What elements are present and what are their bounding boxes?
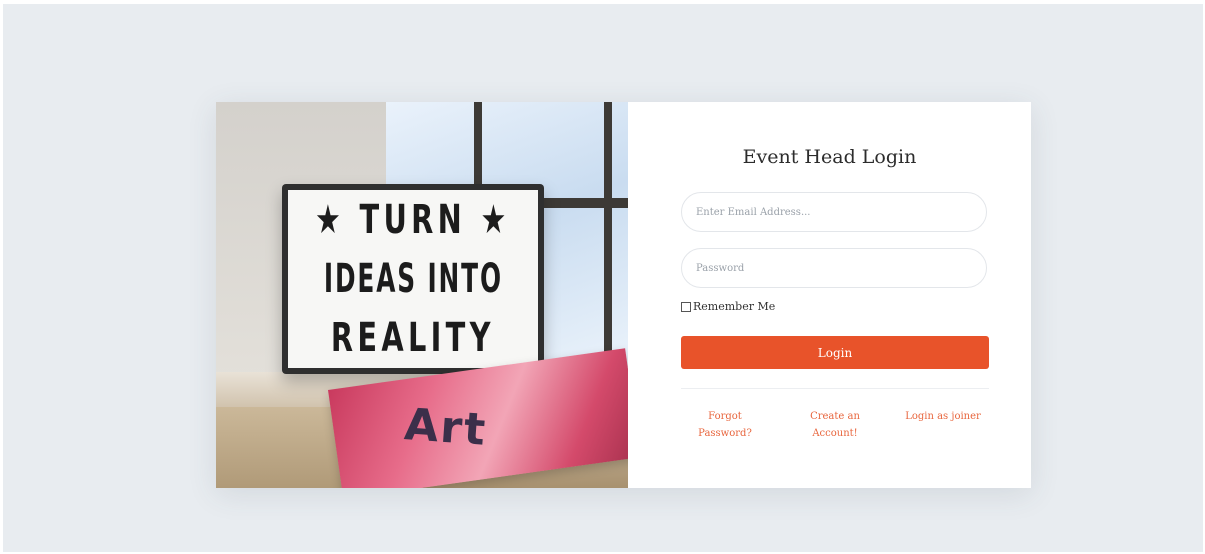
create-account-link-line1: Create an	[810, 411, 860, 422]
remember-me-checkbox[interactable]	[681, 301, 691, 312]
create-account-link-line2: Account!	[812, 428, 858, 439]
magazine-title: Art	[402, 399, 489, 456]
remember-me-label: Remember Me	[693, 300, 776, 313]
login-as-joiner-link[interactable]: Login as joiner	[896, 408, 990, 425]
create-account-link[interactable]: Create an Account!	[800, 408, 870, 442]
lightbox-panel: ★ TURN ★ IDEAS INTO REALITY	[288, 190, 538, 368]
login-form: Event Head Login Remember Me Login Forgo…	[628, 102, 1031, 488]
lightbox-sign: ★ TURN ★ IDEAS INTO REALITY	[282, 184, 544, 374]
login-card: ★ TURN ★ IDEAS INTO REALITY Art Event He…	[216, 102, 1031, 488]
window-frame	[604, 102, 612, 384]
forgot-password-link-line1: Forgot	[708, 411, 742, 422]
forgot-password-link-line2: Password?	[698, 428, 752, 439]
lightbox-line: REALITY	[331, 315, 495, 362]
page-title: Event Head Login	[742, 146, 917, 168]
email-field[interactable]	[681, 192, 987, 232]
lightbox-line: IDEAS INTO	[323, 255, 503, 302]
lightbox-line: ★ TURN ★	[315, 196, 511, 243]
remember-me[interactable]: Remember Me	[681, 300, 775, 313]
password-field[interactable]	[681, 248, 987, 288]
divider	[681, 388, 989, 389]
login-button[interactable]: Login	[681, 336, 989, 369]
hero-image: ★ TURN ★ IDEAS INTO REALITY Art	[216, 102, 628, 488]
forgot-password-link[interactable]: Forgot Password?	[690, 408, 760, 442]
